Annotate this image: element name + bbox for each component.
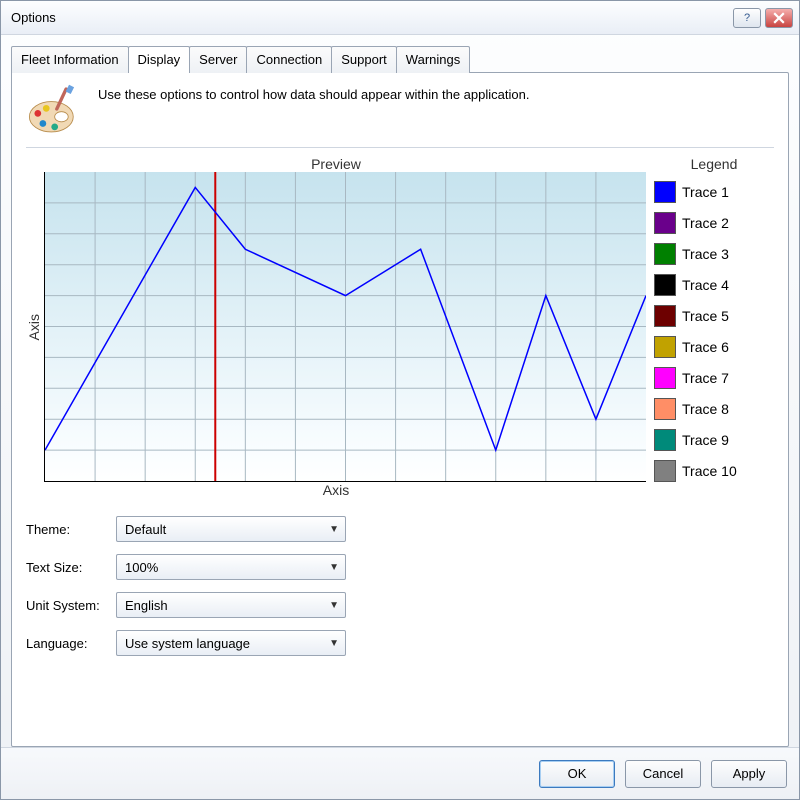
legend-title: Legend — [654, 156, 774, 172]
dialog-footer: OK Cancel Apply — [1, 747, 799, 799]
tab-fleet-information[interactable]: Fleet Information — [11, 46, 129, 73]
content-area: Fleet InformationDisplayServerConnection… — [1, 35, 799, 747]
unitsystem-value: English — [125, 598, 168, 613]
textsize-value: 100% — [125, 560, 158, 575]
legend-label: Trace 9 — [682, 432, 729, 448]
tab-server[interactable]: Server — [189, 46, 247, 73]
legend-swatch — [654, 460, 676, 482]
legend-swatch — [654, 336, 676, 358]
tab-strip: Fleet InformationDisplayServerConnection… — [11, 46, 789, 73]
chevron-down-icon: ▼ — [329, 638, 339, 649]
apply-button-label: Apply — [733, 766, 766, 781]
tab-warnings[interactable]: Warnings — [396, 46, 470, 73]
legend-item[interactable]: Trace 3 — [654, 238, 774, 269]
legend-label: Trace 3 — [682, 246, 729, 262]
titlebar-controls: ? — [733, 8, 793, 28]
palette-icon — [26, 83, 80, 137]
theme-select[interactable]: Default ▼ — [116, 516, 346, 542]
close-button[interactable] — [765, 8, 793, 28]
legend-item[interactable]: Trace 4 — [654, 269, 774, 300]
unitsystem-label: Unit System: — [26, 598, 116, 613]
help-button[interactable]: ? — [733, 8, 761, 28]
legend-swatch — [654, 181, 676, 203]
language-value: Use system language — [125, 636, 250, 651]
textsize-select[interactable]: 100% ▼ — [116, 554, 346, 580]
intro-text: Use these options to control how data sh… — [98, 83, 529, 102]
legend-label: Trace 7 — [682, 370, 729, 386]
unitsystem-select[interactable]: English ▼ — [116, 592, 346, 618]
cancel-button[interactable]: Cancel — [625, 760, 701, 788]
legend-item[interactable]: Trace 7 — [654, 362, 774, 393]
preview-block: Preview Axis Axis Legend Trace 1Trace 2T… — [26, 156, 774, 498]
cancel-button-label: Cancel — [643, 766, 683, 781]
legend-list: Trace 1 Trace 2 Trace 3 Trace 4 Trace 5 Trace… — [654, 176, 774, 486]
divider — [26, 147, 774, 148]
legend-column: Legend Trace 1Trace 2Trace 3Trace 4Trace… — [654, 156, 774, 498]
chart-title: Preview — [26, 156, 646, 172]
apply-button[interactable]: Apply — [711, 760, 787, 788]
legend-item[interactable]: Trace 2 — [654, 207, 774, 238]
legend-label: Trace 5 — [682, 308, 729, 324]
legend-swatch — [654, 429, 676, 451]
theme-value: Default — [125, 522, 166, 537]
ok-button[interactable]: OK — [539, 760, 615, 788]
legend-swatch — [654, 305, 676, 327]
legend-label: Trace 2 — [682, 215, 729, 231]
legend-swatch — [654, 274, 676, 296]
preview-chart — [44, 172, 646, 482]
chevron-down-icon: ▼ — [329, 600, 339, 611]
legend-item[interactable]: Trace 6 — [654, 331, 774, 362]
legend-label: Trace 8 — [682, 401, 729, 417]
intro-row: Use these options to control how data sh… — [26, 83, 774, 137]
legend-label: Trace 4 — [682, 277, 729, 293]
ok-button-label: OK — [568, 766, 587, 781]
tab-connection[interactable]: Connection — [246, 46, 332, 73]
options-dialog: Options ? Fleet InformationDisplayServer… — [0, 0, 800, 800]
tab-display[interactable]: Display — [128, 46, 191, 73]
axis-label-y: Axis — [26, 314, 44, 340]
chevron-down-icon: ▼ — [329, 524, 339, 535]
close-icon — [773, 12, 785, 24]
chevron-down-icon: ▼ — [329, 562, 339, 573]
axis-label-x: Axis — [26, 482, 646, 498]
textsize-label: Text Size: — [26, 560, 116, 575]
titlebar: Options ? — [1, 1, 799, 35]
legend-label: Trace 1 — [682, 184, 729, 200]
legend-item[interactable]: Trace 5 — [654, 300, 774, 331]
form-area: Theme: Default ▼ Text Size: 100% ▼ Unit … — [26, 516, 774, 656]
tab-support[interactable]: Support — [331, 46, 397, 73]
help-icon: ? — [744, 12, 750, 24]
legend-swatch — [654, 398, 676, 420]
window-title: Options — [7, 10, 733, 25]
legend-swatch — [654, 367, 676, 389]
legend-label: Trace 10 — [682, 463, 737, 479]
language-label: Language: — [26, 636, 116, 651]
legend-item[interactable]: Trace 9 — [654, 424, 774, 455]
legend-item[interactable]: Trace 8 — [654, 393, 774, 424]
chart-wrap: Axis — [26, 172, 646, 482]
legend-item[interactable]: Trace 1 — [654, 176, 774, 207]
language-select[interactable]: Use system language ▼ — [116, 630, 346, 656]
legend-label: Trace 6 — [682, 339, 729, 355]
legend-swatch — [654, 243, 676, 265]
legend-swatch — [654, 212, 676, 234]
legend-item[interactable]: Trace 10 — [654, 455, 774, 486]
theme-label: Theme: — [26, 522, 116, 537]
chart-column: Preview Axis Axis — [26, 156, 646, 498]
tab-pane-display: Use these options to control how data sh… — [11, 72, 789, 747]
